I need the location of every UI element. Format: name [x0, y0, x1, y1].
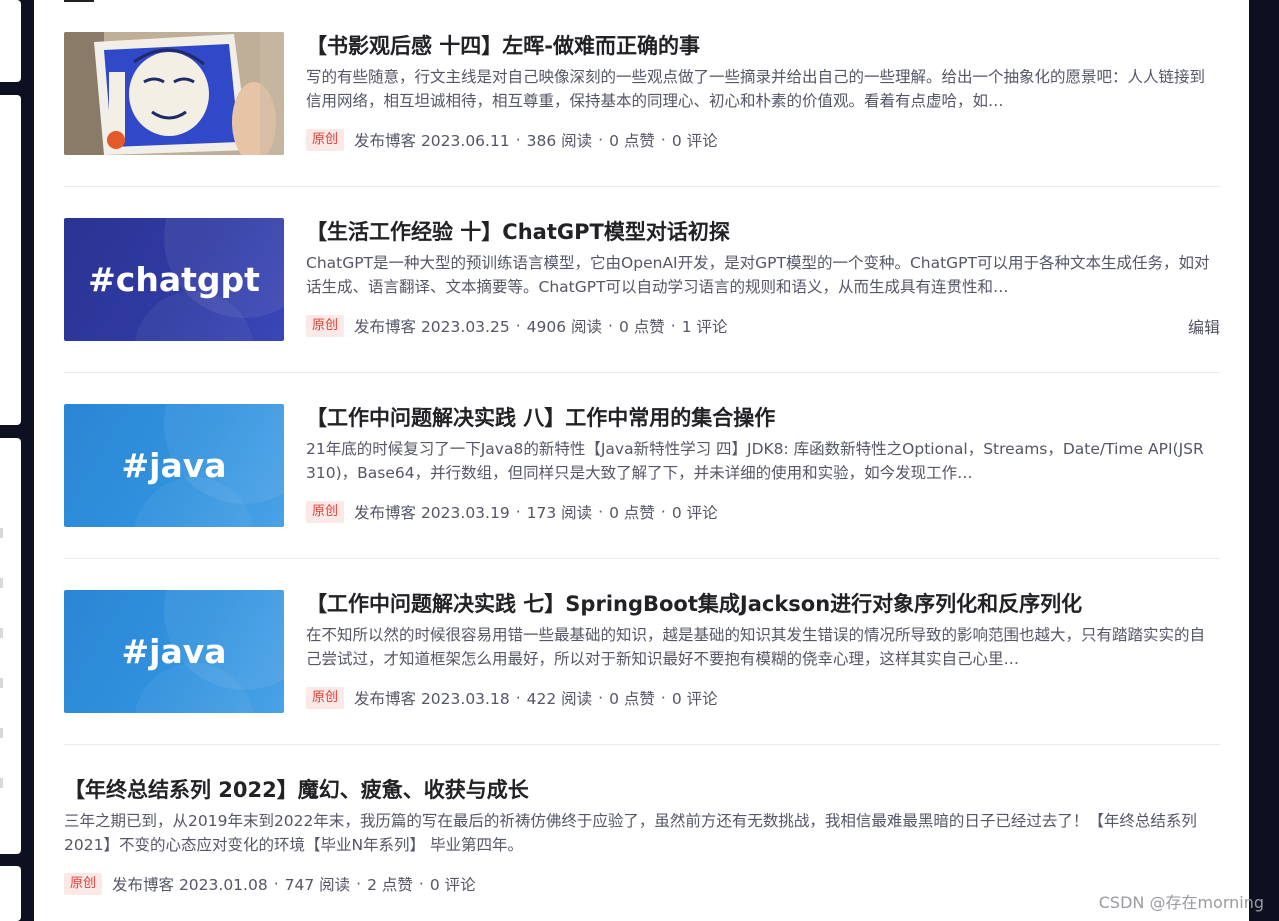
sidebar-tick — [0, 678, 3, 688]
meta-separator: · — [660, 131, 666, 149]
article-body: 【年终总结系列 2022】魔幻、疲惫、收获与成长 三年之期已到，从2019年末到… — [64, 776, 1220, 896]
article-meta: 原创 发布博客 2023.01.08 · 747 阅读 · 2 点赞 · 0 评… — [64, 872, 1220, 896]
article-item[interactable]: 【书影观后感 十四】左晖-做难而正确的事 写的有些随意，行文主线是对自己映像深刻… — [64, 32, 1220, 187]
article-title[interactable]: 【年终总结系列 2022】魔幻、疲惫、收获与成长 — [64, 776, 1220, 804]
meta-separator: · — [515, 689, 521, 707]
meta-separator: · — [598, 503, 604, 521]
article-item[interactable]: #java 【工作中问题解决实践 八】工作中常用的集合操作 21年底的时候复习了… — [64, 404, 1220, 559]
publish-date: 发布博客 2023.01.08 — [112, 876, 268, 894]
meta-separator: · — [515, 317, 521, 335]
sidebar-card — [0, 438, 21, 854]
active-tab-underline — [64, 0, 94, 2]
publish-date: 发布博客 2023.03.19 — [354, 504, 510, 522]
publish-date: 发布博客 2023.03.18 — [354, 690, 510, 708]
article-thumbnail[interactable]: #chatgpt — [64, 218, 284, 341]
book-cover-photo-image — [64, 32, 284, 155]
comment-count: 0 评论 — [429, 876, 476, 894]
article-description[interactable]: ChatGPT是一种大型的预训练语言模型，它由OpenAI开发，是对GPT模型的… — [306, 251, 1220, 299]
meta-separator: · — [660, 689, 666, 707]
original-badge: 原创 — [306, 687, 345, 709]
thumbnail-tag-text: #chatgpt — [88, 260, 260, 299]
article-description[interactable]: 在不知所以然的时候很容易用错一些最基础的知识，越是基础的知识其发生错误的情况所导… — [306, 623, 1220, 671]
meta-separator: · — [598, 131, 604, 149]
like-count: 0 点赞 — [618, 318, 665, 336]
article-body: 【工作中问题解决实践 七】SpringBoot集成Jackson进行对象序列化和… — [306, 590, 1220, 710]
read-count: 422 阅读 — [526, 690, 593, 708]
read-count: 173 阅读 — [526, 504, 593, 522]
meta-separator: · — [608, 317, 613, 335]
article-meta: 原创 发布博客 2023.03.19 · 173 阅读 · 0 点赞 · 0 评… — [306, 500, 1220, 524]
article-item[interactable]: #java 【工作中问题解决实践 七】SpringBoot集成Jackson进行… — [64, 590, 1220, 745]
article-description[interactable]: 写的有些随意，行文主线是对自己映像深刻的一些观点做了一些摘录并给出自己的一些理解… — [306, 65, 1220, 113]
publish-date: 发布博客 2023.03.25 — [354, 318, 510, 336]
like-count: 2 点赞 — [367, 876, 413, 894]
read-count: 4906 阅读 — [526, 318, 603, 336]
like-count: 0 点赞 — [609, 504, 655, 522]
left-sidebar-strip — [0, 0, 34, 921]
article-thumbnail[interactable]: #java — [64, 404, 284, 527]
article-description[interactable]: 三年之期已到，从2019年末到2022年末，我历篇的写在最后的祈祷仿佛终于应验了… — [64, 809, 1220, 857]
article-title[interactable]: 【生活工作经验 十】ChatGPT模型对话初探 — [306, 218, 1220, 246]
sidebar-tick — [0, 728, 3, 738]
csdn-watermark: CSDN @存在morning — [1098, 893, 1264, 912]
article-item[interactable]: 【年终总结系列 2022】魔幻、疲惫、收获与成长 三年之期已到，从2019年末到… — [64, 776, 1220, 921]
meta-separator: · — [670, 317, 676, 335]
meta-separator: · — [356, 875, 362, 893]
meta-separator: · — [273, 875, 279, 893]
article-thumbnail[interactable]: #java — [64, 590, 284, 713]
sidebar-card — [0, 0, 21, 82]
sidebar-card — [0, 866, 21, 921]
thumbnail-tag-text: #java — [121, 446, 227, 485]
article-title[interactable]: 【书影观后感 十四】左晖-做难而正确的事 — [306, 32, 1220, 60]
meta-separator: · — [598, 689, 604, 707]
original-badge: 原创 — [306, 315, 345, 337]
meta-separator: · — [418, 875, 424, 893]
article-meta: 原创 发布博客 2023.03.25 · 4906 阅读 · 0 点赞 · 1 … — [306, 314, 1220, 338]
original-badge: 原创 — [64, 873, 103, 895]
original-badge: 原创 — [306, 129, 345, 151]
meta-separator: · — [515, 503, 521, 521]
comment-count: 1 评论 — [681, 318, 728, 336]
comment-count: 0 评论 — [671, 132, 718, 150]
original-badge: 原创 — [306, 501, 345, 523]
comment-count: 0 评论 — [671, 690, 718, 708]
sidebar-tick — [0, 528, 3, 538]
article-list-panel: 【书影观后感 十四】左晖-做难而正确的事 写的有些随意，行文主线是对自己映像深刻… — [34, 0, 1249, 921]
sidebar-card — [0, 95, 21, 425]
read-count: 386 阅读 — [526, 132, 593, 150]
read-count: 747 阅读 — [284, 876, 351, 894]
article-meta: 原创 发布博客 2023.03.18 · 422 阅读 · 0 点赞 · 0 评… — [306, 686, 1220, 710]
like-count: 0 点赞 — [609, 690, 655, 708]
sidebar-tick — [0, 778, 3, 788]
edit-button[interactable]: 编辑 — [1188, 314, 1220, 338]
comment-count: 0 评论 — [671, 504, 718, 522]
meta-separator: · — [660, 503, 666, 521]
article-body: 【工作中问题解决实践 八】工作中常用的集合操作 21年底的时候复习了一下Java… — [306, 404, 1220, 524]
article-meta: 原创 发布博客 2023.06.11 · 386 阅读 · 0 点赞 · 0 评… — [306, 128, 1220, 152]
like-count: 0 点赞 — [609, 132, 655, 150]
sidebar-tick — [0, 578, 3, 588]
article-body: 【书影观后感 十四】左晖-做难而正确的事 写的有些随意，行文主线是对自己映像深刻… — [306, 32, 1220, 152]
article-item[interactable]: #chatgpt 【生活工作经验 十】ChatGPT模型对话初探 ChatGPT… — [64, 218, 1220, 373]
thumbnail-tag-text: #java — [121, 632, 227, 671]
publish-date: 发布博客 2023.06.11 — [354, 132, 510, 150]
sidebar-tick — [0, 628, 3, 638]
right-dark-strip — [1249, 0, 1279, 921]
article-title[interactable]: 【工作中问题解决实践 八】工作中常用的集合操作 — [306, 404, 1220, 432]
article-body: 【生活工作经验 十】ChatGPT模型对话初探 ChatGPT是一种大型的预训练… — [306, 218, 1220, 338]
article-description[interactable]: 21年底的时候复习了一下Java8的新特性【Java新特性学习 四】JDK8: … — [306, 437, 1220, 485]
article-title[interactable]: 【工作中问题解决实践 七】SpringBoot集成Jackson进行对象序列化和… — [306, 590, 1220, 618]
article-thumbnail[interactable] — [64, 32, 284, 155]
meta-separator: · — [515, 131, 521, 149]
